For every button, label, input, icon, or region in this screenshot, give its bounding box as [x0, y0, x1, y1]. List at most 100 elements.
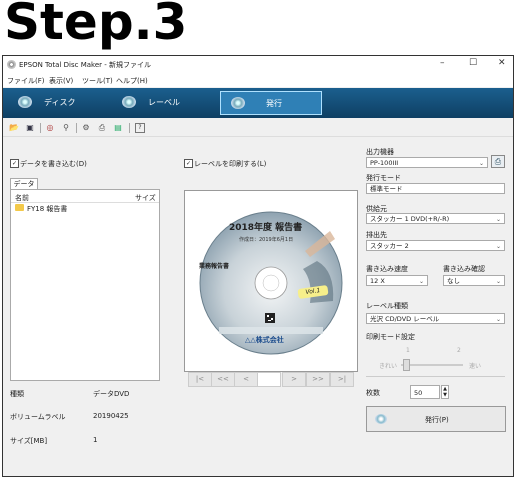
disc-icon[interactable]: ◎: [45, 123, 55, 133]
chevron-down-icon: ⌄: [478, 160, 484, 167]
info-size-value: 1: [93, 436, 98, 444]
output-device-label: 出力機器: [366, 148, 394, 156]
chevron-down-icon: ⌄: [495, 316, 501, 323]
print-mode-tick-1: 1: [406, 347, 410, 354]
chevron-down-icon: ⌄: [418, 278, 424, 285]
label-preview[interactable]: 2018年度 報告書 作成日：2019年6月1日 業務報告書 Vol.1 △△株…: [184, 190, 358, 372]
tab-disc-label: ディスク: [44, 98, 76, 107]
step-title: Step.3: [4, 0, 188, 51]
write-speed-value: 12 X: [370, 277, 385, 285]
issue-mode-label: 発行モード: [366, 174, 401, 182]
disc-caption: 業務報告書: [199, 263, 230, 270]
info-type-label: 種類: [10, 390, 24, 398]
disc-title: 2018年度 報告書: [229, 223, 303, 233]
tab-disc[interactable]: ディスク: [13, 91, 103, 113]
printer-icon[interactable]: ⎙: [97, 123, 107, 133]
toolbar-separator: [40, 123, 41, 133]
write-speed-label: 書き込み速度: [366, 265, 408, 273]
export-icon[interactable]: ▤: [113, 123, 123, 133]
eject-select[interactable]: スタッカー 2 ⌄: [366, 240, 505, 251]
verify-select[interactable]: なし ⌄: [443, 275, 505, 286]
app-window: EPSON Total Disc Maker - 新規ファイル – ☐ ✕ ファ…: [2, 55, 514, 477]
copies-input[interactable]: 50: [410, 385, 440, 399]
data-file-list[interactable]: 名前 サイズ FY18 報告書: [10, 189, 160, 381]
print-mode-fine-label: きれい: [379, 363, 398, 370]
supply-select[interactable]: スタッカー 1 DVD(+R/-R) ⌄: [366, 213, 505, 224]
verify-value: なし: [447, 277, 460, 285]
toolbar: 📂 ▣ ◎ ⚲ ⚙ ⎙ ▤ ?: [3, 120, 513, 137]
menu-file[interactable]: ファイル(F): [7, 76, 45, 86]
output-device-value: PP-100III: [370, 159, 399, 167]
print-mode-slider[interactable]: [401, 364, 463, 366]
copies-stepper[interactable]: ▲ ▼: [441, 385, 449, 399]
tab-label-label: レーベル: [148, 98, 180, 107]
device-settings-icon[interactable]: ⎙: [491, 155, 505, 168]
tab-issue[interactable]: 発行: [220, 91, 322, 115]
info-volume-value: 20190425: [93, 412, 129, 420]
label-type-label: レーベル種類: [366, 302, 408, 310]
output-device-select[interactable]: PP-100III ⌄: [366, 157, 488, 168]
close-icon[interactable]: ✕: [498, 58, 506, 68]
header-divider: [11, 202, 159, 203]
window-title: EPSON Total Disc Maker - 新規ファイル: [19, 61, 151, 69]
disc-created-date: 作成日：2019年6月1日: [239, 237, 294, 243]
help-icon[interactable]: ?: [135, 123, 145, 133]
verify-label: 書き込み確認: [443, 265, 485, 273]
open-folder-icon[interactable]: 📂: [9, 123, 19, 133]
menu-tools[interactable]: ツール(T): [82, 76, 113, 86]
issue-icon: [231, 97, 245, 109]
save-icon[interactable]: ▣: [25, 123, 35, 133]
tools-icon[interactable]: ⚲: [61, 123, 71, 133]
list-item[interactable]: FY18 報告書: [27, 204, 67, 214]
menu-view[interactable]: 表示(V): [49, 76, 73, 86]
chevron-down-icon: ⌄: [495, 278, 501, 285]
app-disc-icon: [7, 60, 16, 69]
menu-help[interactable]: ヘルプ(H): [116, 76, 148, 86]
label-type-select[interactable]: 光沢 CD/DVD レーベル ⌄: [366, 313, 505, 324]
write-data-checkbox[interactable]: ✓: [10, 159, 19, 168]
nav-prev-button[interactable]: <: [234, 372, 258, 387]
title-bar: EPSON Total Disc Maker - 新規ファイル – ☐ ✕: [3, 56, 513, 73]
print-mode-label: 印刷モード設定: [366, 333, 415, 341]
divider: [366, 376, 505, 377]
info-size-label: サイズ[MB]: [10, 437, 48, 445]
supply-value: スタッカー 1 DVD(+R/-R): [370, 215, 450, 223]
minimize-icon[interactable]: –: [440, 58, 445, 68]
chevron-down-icon: ⌄: [495, 243, 501, 250]
issue-button-label: 発行(P): [425, 416, 449, 424]
chevron-down-icon: ⌄: [495, 216, 501, 223]
label-icon: [122, 96, 136, 108]
settings-icon[interactable]: ⚙: [81, 123, 91, 133]
nav-next-page-button[interactable]: >>: [306, 372, 330, 387]
menu-bar: ファイル(F) 表示(V) ツール(T) ヘルプ(H): [3, 73, 513, 87]
info-type-value: データDVD: [93, 390, 130, 398]
folder-icon: [15, 204, 24, 211]
write-data-label: データを書き込む(D): [20, 160, 87, 168]
print-label-label: レーベルを印刷する(L): [194, 160, 267, 168]
tab-label[interactable]: レーベル: [119, 91, 209, 113]
disc-company: △△株式会社: [245, 336, 284, 344]
nav-next-button[interactable]: >: [282, 372, 306, 387]
nav-first-button[interactable]: |<: [188, 372, 212, 387]
toolbar-separator: [76, 123, 77, 133]
preview-nav: |< << < > >> >|: [184, 372, 356, 387]
maximize-icon[interactable]: ☐: [469, 58, 477, 68]
issue-button[interactable]: 発行(P): [366, 406, 506, 432]
info-volume-label: ボリュームラベル: [10, 413, 66, 421]
nav-last-button[interactable]: >|: [330, 372, 354, 387]
write-speed-select[interactable]: 12 X ⌄: [366, 275, 428, 286]
label-type-value: 光沢 CD/DVD レーベル: [370, 315, 440, 323]
issue-icon: [375, 414, 387, 424]
tab-issue-label: 発行: [266, 99, 282, 108]
issue-mode-field: 標準モード: [366, 183, 505, 194]
print-mode-tick-2: 2: [457, 347, 461, 354]
print-label-checkbox[interactable]: ✓: [184, 159, 193, 168]
toolbar-separator: [129, 123, 130, 133]
nav-prev-page-button[interactable]: <<: [211, 372, 235, 387]
print-mode-fast-label: 速い: [469, 363, 482, 370]
eject-label: 排出先: [366, 231, 387, 239]
mode-bar: ディスク レーベル 発行: [3, 88, 513, 118]
print-mode-slider-thumb[interactable]: [403, 359, 410, 371]
disc-icon: [18, 96, 32, 108]
nav-page-field[interactable]: [257, 372, 281, 387]
